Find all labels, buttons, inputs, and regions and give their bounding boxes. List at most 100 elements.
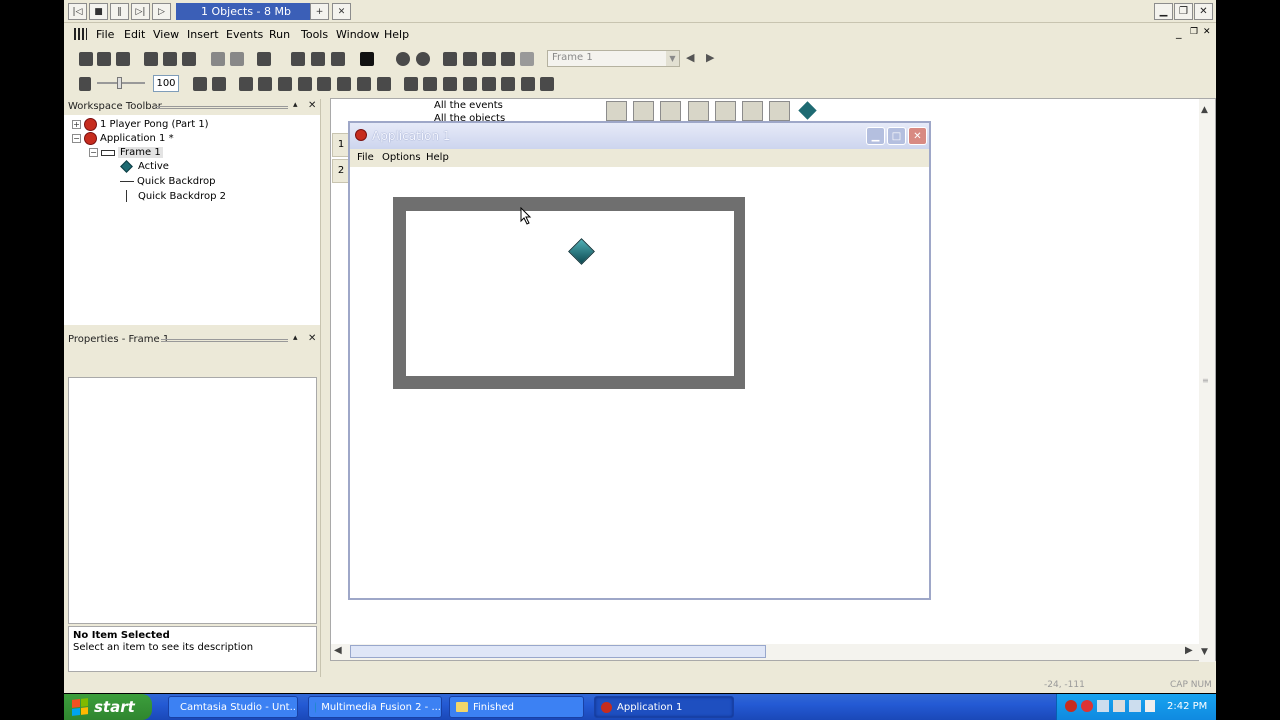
app-maximize-button[interactable]: □: [887, 127, 906, 145]
object-tool-6-icon[interactable]: [298, 77, 312, 91]
task-application1[interactable]: Application 1: [594, 696, 734, 718]
redo-icon[interactable]: [230, 52, 244, 66]
horizontal-scrollbar[interactable]: ◀ ▶: [331, 644, 1201, 660]
prev-frame-icon[interactable]: ◀: [686, 51, 694, 64]
minimize-button[interactable]: ▁: [1154, 3, 1173, 20]
close-doc-button[interactable]: ✕: [332, 3, 351, 20]
scroll-down-icon[interactable]: ▼: [1201, 647, 1208, 657]
create-object-icon[interactable]: [715, 101, 736, 121]
app-menu-help[interactable]: Help: [426, 152, 449, 163]
event-list-icon[interactable]: [331, 52, 345, 66]
special-object-icon[interactable]: [606, 101, 627, 121]
grip[interactable]: [161, 339, 288, 342]
object-tool-18-icon[interactable]: [540, 77, 554, 91]
tray-network-icon[interactable]: [1097, 700, 1109, 712]
object-tool-9-icon[interactable]: [357, 77, 371, 91]
collapse-tree-icon[interactable]: −: [89, 148, 98, 157]
new-icon[interactable]: [79, 52, 93, 66]
start-button[interactable]: start: [64, 694, 152, 720]
play-button[interactable]: ▷: [152, 3, 171, 20]
task-mmf2[interactable]: Multimedia Fusion 2 - ...: [308, 696, 442, 718]
object-tool-1-icon[interactable]: [193, 77, 207, 91]
app-close-button[interactable]: ✕: [908, 127, 927, 145]
save-icon[interactable]: [116, 52, 130, 66]
game-area[interactable]: [350, 167, 929, 598]
keyboard-object-icon[interactable]: [742, 101, 763, 121]
menu-view[interactable]: View: [153, 28, 179, 41]
zoom-slider-thumb[interactable]: [117, 77, 122, 89]
app-menu-file[interactable]: File: [357, 152, 374, 163]
app-minimize-button[interactable]: ▁: [866, 127, 885, 145]
timer-object-icon[interactable]: [688, 101, 709, 121]
panel-splitter[interactable]: [320, 99, 324, 677]
menu-help[interactable]: Help: [384, 28, 409, 41]
menu-tools[interactable]: Tools: [301, 28, 328, 41]
scroll-grip[interactable]: ≡: [1202, 376, 1209, 385]
storyboard-icon[interactable]: [257, 52, 271, 66]
object-tool-14-icon[interactable]: [463, 77, 477, 91]
stop-button[interactable]: ■: [89, 3, 108, 20]
properties-close-icon[interactable]: ✕: [308, 333, 316, 344]
object-tool-16-icon[interactable]: [501, 77, 515, 91]
tray-recorder-icon[interactable]: [1081, 700, 1093, 712]
tree-item-frame1[interactable]: − Frame 1: [89, 147, 163, 158]
player-object-icon[interactable]: [769, 101, 790, 121]
first-frame-button[interactable]: |◁: [68, 3, 87, 20]
pause-button[interactable]: ‖: [110, 3, 129, 20]
frame-select[interactable]: Frame 1 ▼: [547, 50, 680, 67]
vertical-scrollbar[interactable]: ▲ ≡ ▼: [1199, 99, 1215, 662]
next-frame-button[interactable]: ▷|: [131, 3, 150, 20]
tree-item-application1[interactable]: − Application 1 *: [72, 132, 174, 145]
paste-icon[interactable]: [182, 52, 196, 66]
collapse-tree-icon[interactable]: −: [72, 134, 81, 143]
align-center-icon[interactable]: [463, 52, 477, 66]
tray-app-icon[interactable]: [1065, 700, 1077, 712]
tree-item-quick-backdrop[interactable]: Quick Backdrop: [120, 176, 215, 187]
menu-file[interactable]: File: [96, 28, 114, 41]
open-icon[interactable]: [97, 52, 111, 66]
object-tool-11-icon[interactable]: [404, 77, 418, 91]
horizontal-thumb[interactable]: [350, 645, 766, 658]
object-tool-13-icon[interactable]: [443, 77, 457, 91]
scroll-up-icon[interactable]: ▲: [1201, 105, 1208, 115]
app-menu-icon[interactable]: [74, 28, 87, 40]
next-frame-icon[interactable]: ▶: [706, 51, 714, 64]
tray-security-icon[interactable]: [1129, 700, 1141, 712]
frame-editor-icon[interactable]: [291, 52, 305, 66]
mdi-restore-icon[interactable]: ❐: [1190, 27, 1198, 37]
grip[interactable]: [156, 106, 288, 109]
task-finished[interactable]: Finished: [449, 696, 584, 718]
tray-misc-icon[interactable]: [1145, 700, 1155, 712]
menu-events[interactable]: Events: [226, 28, 263, 41]
expand-icon[interactable]: +: [72, 120, 81, 129]
tree-item-quick-backdrop-2[interactable]: Quick Backdrop 2: [126, 190, 226, 202]
application-titlebar[interactable]: Application 1 ▁ □ ✕: [350, 123, 929, 149]
object-tool-12-icon[interactable]: [423, 77, 437, 91]
menu-window[interactable]: Window: [336, 28, 379, 41]
undo-icon[interactable]: [211, 52, 225, 66]
object-tool-4-icon[interactable]: [258, 77, 272, 91]
zoom-tool-icon[interactable]: [79, 77, 91, 91]
scroll-right-icon[interactable]: ▶: [1185, 645, 1193, 656]
restore-button[interactable]: ❐: [1174, 3, 1193, 20]
tree-item-pong[interactable]: + 1 Player Pong (Part 1): [72, 118, 209, 131]
storyboard-object-icon[interactable]: [660, 101, 681, 121]
object-tool-7-icon[interactable]: [317, 77, 331, 91]
object-tool-2-icon[interactable]: [212, 77, 226, 91]
list-icon[interactable]: [501, 52, 515, 66]
mdi-close-icon[interactable]: ✕: [1203, 27, 1211, 37]
run-frame-icon[interactable]: [416, 52, 430, 66]
menu-edit[interactable]: Edit: [124, 28, 145, 41]
menu-insert[interactable]: Insert: [187, 28, 219, 41]
task-camtasia[interactable]: Camtasia Studio - Unt...: [168, 696, 298, 718]
copy-icon[interactable]: [163, 52, 177, 66]
object-tool-8-icon[interactable]: [337, 77, 351, 91]
active-object-column-icon[interactable]: [797, 101, 818, 121]
stop-app-icon[interactable]: [360, 52, 374, 66]
run-app-icon[interactable]: [396, 52, 410, 66]
collapse-icon[interactable]: ▴: [293, 100, 298, 110]
close-button[interactable]: ✕: [1194, 3, 1213, 20]
event-editor-icon[interactable]: [311, 52, 325, 66]
tray-volume-icon[interactable]: [1113, 700, 1125, 712]
mdi-minimize-icon[interactable]: _: [1176, 26, 1182, 39]
